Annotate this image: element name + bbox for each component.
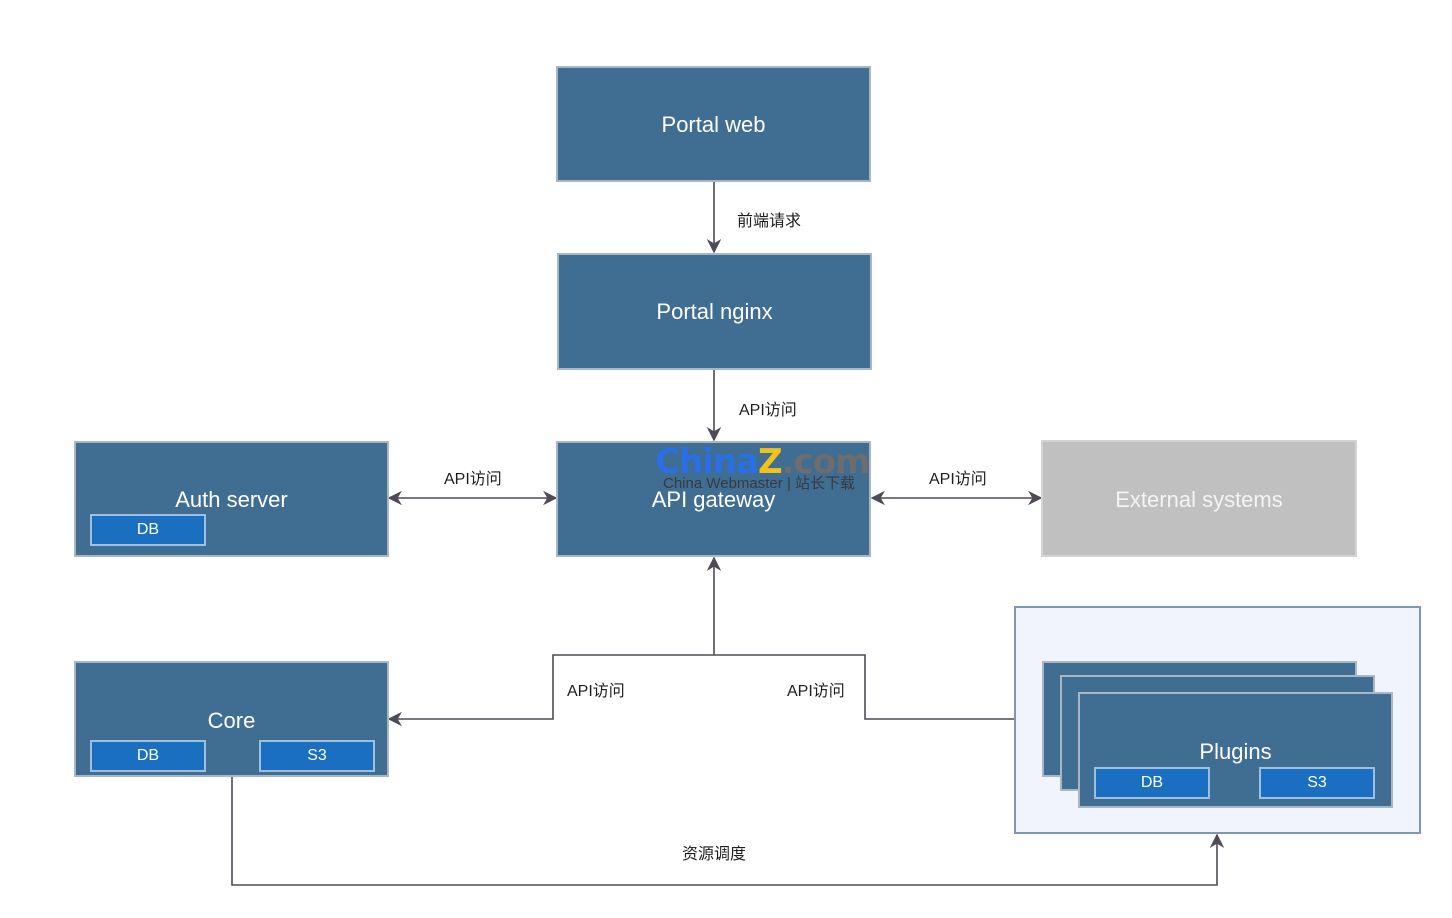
storage-db[interactable]: DB: [1094, 767, 1210, 799]
node-label: Portal web: [661, 112, 766, 137]
node-portal-nginx[interactable]: Portal nginx: [557, 253, 872, 370]
edge-label-nginx-gateway: API访问: [739, 402, 797, 419]
storage-s3[interactable]: S3: [259, 740, 375, 772]
edge-label-gateway-external: API访问: [929, 471, 987, 488]
node-label: Portal nginx: [656, 299, 773, 324]
node-core[interactable]: Core DB S3: [74, 661, 389, 777]
node-api-gateway[interactable]: API gateway: [556, 441, 871, 557]
node-label: Plugins: [1199, 739, 1272, 764]
storage-s3[interactable]: S3: [1259, 767, 1375, 799]
node-label: API gateway: [651, 487, 776, 512]
node-auth-server[interactable]: Auth server DB: [74, 441, 389, 557]
node-label: External systems: [1115, 487, 1283, 512]
storage-db[interactable]: DB: [90, 740, 206, 772]
edge-label-plugins-gateway: API访问: [787, 683, 845, 700]
edge-to-plugins: [714, 654, 1043, 727]
storage-db[interactable]: DB: [90, 514, 206, 546]
node-external-systems[interactable]: External systems: [1041, 440, 1357, 557]
edge-label-resource-scheduling: 资源调度: [682, 846, 747, 863]
node-label: Core: [207, 708, 256, 733]
node-portal-web[interactable]: Portal web: [556, 66, 871, 182]
edge-label-frontend-request: 前端请求: [737, 213, 802, 230]
edge-to-core: [387, 654, 714, 727]
node-label: Auth server: [175, 487, 288, 512]
edge-label-auth-gateway: API访问: [444, 471, 502, 488]
edge-label-core-gateway: API访问: [567, 683, 625, 700]
node-plugins[interactable]: Plugins DB S3: [1078, 692, 1393, 808]
